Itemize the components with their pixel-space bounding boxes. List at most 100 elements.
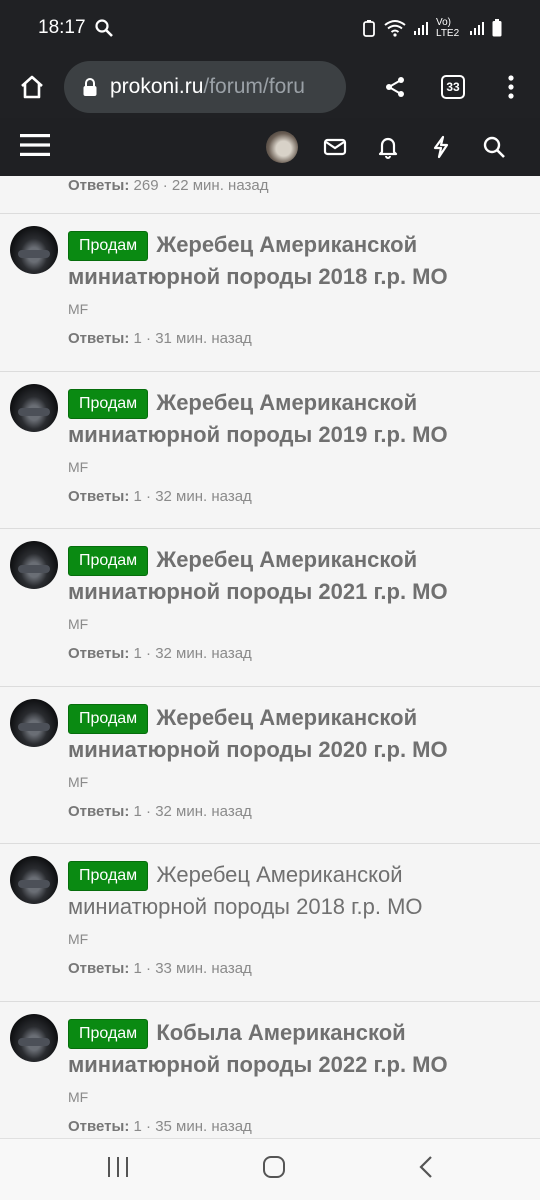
network-label: Vo) LTE2 bbox=[436, 17, 460, 39]
signal2-icon bbox=[470, 22, 484, 35]
thread-time[interactable]: 35 мин. назад bbox=[155, 1118, 252, 1135]
replies-count: 1 bbox=[133, 645, 142, 662]
envelope-icon bbox=[323, 138, 346, 156]
author-avatar[interactable] bbox=[10, 541, 58, 589]
thread-item[interactable]: Продам Жеребец Американской миниатюрной … bbox=[0, 372, 540, 529]
thread-author[interactable]: MF bbox=[68, 459, 528, 475]
tabs-button[interactable]: 33 bbox=[424, 75, 482, 99]
thread-time[interactable]: 22 мин. назад bbox=[172, 177, 269, 194]
battery-icon bbox=[492, 19, 502, 37]
thread-title[interactable]: Продам Жеребец Американской миниатюрной … bbox=[68, 229, 528, 293]
replies-count: 1 bbox=[133, 1117, 142, 1135]
prefix-badge[interactable]: Продам bbox=[68, 1018, 149, 1049]
author-avatar[interactable] bbox=[10, 1013, 58, 1062]
author-avatar[interactable] bbox=[10, 856, 58, 904]
thread-item[interactable]: Продам Кобыла Американской миниатюрной п… bbox=[0, 1002, 540, 1139]
thread-body: Продам Жеребец Американской миниатюрной … bbox=[68, 702, 528, 790]
recents-button[interactable] bbox=[106, 1156, 130, 1183]
replies-label: Ответы: bbox=[68, 1117, 130, 1135]
home-icon bbox=[21, 75, 43, 99]
recents-icon bbox=[108, 1157, 128, 1177]
home-nav-icon bbox=[263, 1156, 285, 1178]
alerts-button[interactable] bbox=[361, 135, 414, 159]
inbox-button[interactable] bbox=[308, 137, 361, 157]
thread-time[interactable]: 32 мин. назад bbox=[155, 803, 252, 820]
thread-item[interactable]: Продам Жеребец Американской миниатюрной … bbox=[0, 844, 540, 1002]
replies-label: Ответы: bbox=[68, 487, 130, 505]
user-avatar-button[interactable] bbox=[255, 131, 308, 163]
back-button[interactable] bbox=[418, 1155, 434, 1184]
share-button[interactable] bbox=[366, 75, 424, 99]
search-button[interactable] bbox=[467, 135, 520, 159]
thread-body: Продам Кобыла Американской миниатюрной п… bbox=[68, 1017, 528, 1105]
thread-title[interactable]: Продам Кобыла Американской миниатюрной п… bbox=[68, 1017, 528, 1081]
wifi-icon bbox=[384, 20, 406, 37]
android-nav-bar bbox=[0, 1138, 540, 1200]
back-icon bbox=[419, 1156, 432, 1178]
prefix-badge[interactable]: Продам bbox=[68, 388, 149, 419]
thread-meta: Ответы: 1 · 32 мин. назад bbox=[68, 487, 252, 505]
tab-count: 33 bbox=[441, 75, 465, 99]
thread-meta: Ответы: 1 · 31 мин. назад bbox=[68, 330, 252, 347]
thread-title[interactable]: Продам Жеребец Американской миниатюрной … bbox=[68, 387, 528, 451]
site-header bbox=[0, 118, 540, 176]
thread-author[interactable]: MF bbox=[68, 1089, 528, 1105]
thread-author[interactable]: MF bbox=[68, 616, 528, 632]
thread-item[interactable]: Продам Жеребец Американской миниатюрной … bbox=[0, 529, 540, 687]
thread-title[interactable]: Продам Жеребец Американской миниатюрной … bbox=[68, 544, 528, 608]
thread-meta: Ответы: 1 · 35 мин. назад bbox=[68, 1117, 252, 1135]
thread-author[interactable]: MF bbox=[68, 774, 528, 790]
replies-label: Ответы: bbox=[68, 330, 130, 347]
status-right: Vo) LTE2 bbox=[361, 17, 502, 39]
thread-meta: Ответы: 1 · 32 мин. назад bbox=[68, 802, 252, 820]
thread-item[interactable]: Продам Жеребец Американской миниатюрной … bbox=[0, 214, 540, 372]
status-time: 18:17 bbox=[38, 17, 86, 38]
user-avatar bbox=[265, 131, 298, 163]
thread-time[interactable]: 32 мин. назад bbox=[155, 488, 252, 505]
home-nav-button[interactable] bbox=[262, 1155, 286, 1184]
browser-actions: 33 bbox=[366, 75, 540, 99]
replies-label: Ответы: bbox=[68, 177, 130, 194]
thread-author[interactable]: MF bbox=[68, 931, 528, 947]
lightning-icon bbox=[433, 135, 448, 159]
menu-button[interactable] bbox=[20, 132, 50, 163]
replies-label: Ответы: bbox=[68, 802, 130, 820]
thread-list: Ответы: 269 · 22 мин. назад Продам Жереб… bbox=[0, 176, 540, 1138]
thread-meta: Ответы: 269 · 22 мин. назад bbox=[68, 177, 269, 194]
partial-thread-meta: Ответы: 269 · 22 мин. назад bbox=[0, 176, 540, 214]
replies-count: 1 bbox=[133, 802, 142, 820]
replies-label: Ответы: bbox=[68, 960, 130, 977]
replies-count: 1 bbox=[133, 487, 142, 505]
hamburger-icon bbox=[20, 133, 50, 156]
whats-new-button[interactable] bbox=[414, 135, 467, 159]
bell-icon bbox=[378, 137, 397, 159]
thread-title[interactable]: Продам Жеребец Американской миниатюрной … bbox=[68, 702, 528, 766]
author-avatar[interactable] bbox=[10, 383, 58, 432]
thread-time[interactable]: 32 мин. назад bbox=[155, 645, 252, 662]
prefix-badge[interactable]: Продам bbox=[68, 231, 149, 261]
url-bar[interactable]: prokoni.ru/forum/foru bbox=[64, 61, 346, 113]
thread-time[interactable]: 33 мин. назад bbox=[155, 960, 252, 977]
lock-icon bbox=[83, 78, 97, 96]
thread-title[interactable]: Продам Жеребец Американской миниатюрной … bbox=[68, 859, 528, 923]
search-icon bbox=[483, 136, 505, 158]
prefix-badge[interactable]: Продам bbox=[68, 703, 149, 734]
url-path: /forum/foru bbox=[203, 75, 305, 98]
more-vert-icon bbox=[508, 75, 514, 99]
replies-count: 269 bbox=[133, 177, 159, 194]
replies-count: 1 bbox=[133, 960, 142, 977]
thread-meta: Ответы: 1 · 32 мин. назад bbox=[68, 645, 252, 662]
author-avatar[interactable] bbox=[10, 698, 58, 747]
thread-body: Продам Жеребец Американской миниатюрной … bbox=[68, 859, 528, 947]
site-header-icons bbox=[255, 131, 520, 163]
home-button[interactable] bbox=[0, 73, 64, 101]
browser-menu-button[interactable] bbox=[482, 75, 540, 99]
thread-item[interactable]: Продам Жеребец Американской миниатюрной … bbox=[0, 687, 540, 844]
prefix-badge[interactable]: Продам bbox=[68, 861, 149, 891]
author-avatar[interactable] bbox=[10, 226, 58, 274]
thread-author[interactable]: MF bbox=[68, 301, 528, 317]
search-status-icon bbox=[94, 19, 113, 37]
thread-time[interactable]: 31 мин. назад bbox=[155, 330, 252, 347]
prefix-badge[interactable]: Продам bbox=[68, 546, 149, 576]
browser-toolbar: prokoni.ru/forum/foru 33 bbox=[0, 56, 540, 118]
